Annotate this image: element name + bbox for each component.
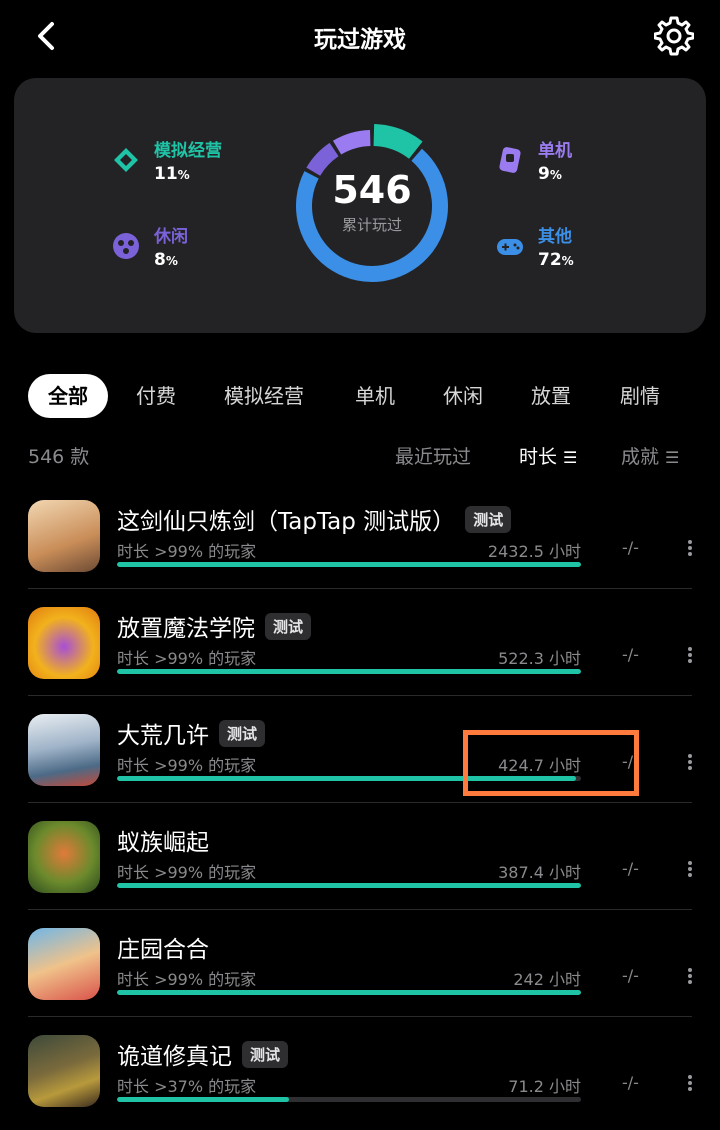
tab-all[interactable]: 全部: [28, 374, 108, 418]
rank-text: 时长 >37% 的玩家: [117, 1077, 257, 1096]
stats-card: 模拟经营 11% 休闲 8% 单机 9% 其他 72% 546 累计玩过: [14, 78, 706, 333]
tab-idle[interactable]: 放置: [531, 374, 571, 418]
test-badge: 测试: [242, 1040, 289, 1068]
donut-slice-0: [373, 124, 423, 160]
test-badge: 测试: [219, 719, 266, 747]
stat-casual: 休闲 8%: [110, 226, 188, 273]
list-item[interactable]: 蚁族崛起 时长 >99% 的玩家 387.4 小时 -/-: [0, 803, 720, 910]
achievement-value: -/-: [622, 966, 639, 985]
progress-bar: [117, 883, 581, 888]
stat-label: 模拟经营: [154, 141, 222, 161]
game-title: 大荒几许 测试: [117, 716, 266, 750]
top-bar: 玩过游戏: [0, 0, 720, 76]
stat-label: 休闲: [154, 227, 188, 247]
sort-bar: 546 款 最近玩过 时长 ☰ 成就 ☰: [0, 436, 720, 476]
stat-percent: 9%: [538, 164, 562, 184]
sort-icon: ☰: [563, 448, 578, 467]
more-icon[interactable]: [682, 859, 698, 879]
more-icon[interactable]: [682, 966, 698, 986]
sim-icon: [110, 144, 142, 176]
game-title: 蚁族崛起: [117, 830, 209, 856]
test-badge: 测试: [465, 505, 512, 533]
donut-slice-2: [332, 130, 371, 155]
game-icon: [28, 714, 100, 786]
play-hours: 387.4 小时: [498, 863, 581, 882]
game-title: 这剑仙只炼剑（TapTap 测试版） 测试: [117, 502, 512, 536]
total-played: 546: [332, 168, 412, 212]
gear-icon[interactable]: [653, 16, 695, 56]
sort-achievement[interactable]: 成就 ☰: [621, 442, 679, 469]
test-badge: 测试: [265, 612, 312, 640]
progress-bar: [117, 990, 581, 995]
rank-text: 时长 >99% 的玩家: [117, 756, 257, 775]
play-hours: 71.2 小时: [508, 1077, 581, 1096]
stat-percent: 8%: [154, 250, 178, 270]
list-item[interactable]: 庄园合合 时长 >99% 的玩家 242 小时 -/-: [0, 910, 720, 1017]
game-icon: [28, 928, 100, 1000]
sort-icon: ☰: [665, 448, 680, 467]
page-title: 玩过游戏: [314, 27, 406, 53]
game-icon: [28, 1035, 100, 1107]
tab-casual[interactable]: 休闲: [443, 374, 483, 418]
game-icon: [28, 500, 100, 572]
play-hours: 522.3 小时: [498, 649, 581, 668]
list-item[interactable]: 诡道修真记 测试 时长 >37% 的玩家 71.2 小时 -/-: [0, 1017, 720, 1124]
stat-sim: 模拟经营 11%: [110, 140, 222, 187]
game-title: 庄园合合: [117, 937, 209, 963]
tab-sim[interactable]: 模拟经营: [224, 374, 304, 418]
achievement-value: -/-: [622, 538, 639, 557]
achievement-value: -/-: [622, 859, 639, 878]
game-icon: [28, 821, 100, 893]
tab-story[interactable]: 剧情: [620, 374, 660, 418]
game-count: 546 款: [28, 446, 90, 468]
achievement-value: -/-: [622, 1073, 639, 1092]
play-hours: 2432.5 小时: [487, 542, 581, 561]
more-icon[interactable]: [682, 538, 698, 558]
sort-achievement-label: 成就: [621, 446, 660, 468]
sort-recent[interactable]: 最近玩过: [395, 442, 471, 469]
rank-text: 时长 >99% 的玩家: [117, 542, 257, 561]
play-hours: 242 小时: [513, 970, 581, 989]
total-played-label: 累计玩过: [341, 216, 402, 234]
more-icon[interactable]: [682, 1073, 698, 1093]
progress-bar: [117, 562, 581, 567]
category-tabs: 全部 付费 模拟经营 单机 休闲 放置 剧情: [0, 370, 720, 422]
tab-single[interactable]: 单机: [355, 374, 395, 418]
stat-percent: 11%: [154, 164, 190, 184]
casual-icon: [110, 230, 142, 262]
game-title: 诡道修真记 测试: [117, 1037, 289, 1071]
rank-text: 时长 >99% 的玩家: [117, 970, 257, 989]
rank-text: 时长 >99% 的玩家: [117, 649, 257, 668]
list-item[interactable]: 这剑仙只炼剑（TapTap 测试版） 测试 时长 >99% 的玩家 2432.5 …: [0, 482, 720, 589]
stat-other: 其他 72%: [494, 226, 574, 273]
list-item[interactable]: 放置魔法学院 测试 时长 >99% 的玩家 522.3 小时 -/-: [0, 589, 720, 696]
highlight-box: [463, 730, 639, 796]
progress-bar: [117, 669, 581, 674]
other-icon: [494, 230, 526, 262]
stat-percent: 72%: [538, 250, 574, 270]
sort-duration-label: 时长: [519, 446, 558, 468]
stat-single: 单机 9%: [494, 140, 572, 187]
game-title: 放置魔法学院 测试: [117, 609, 312, 643]
tab-paid[interactable]: 付费: [136, 374, 176, 418]
game-icon: [28, 607, 100, 679]
rank-text: 时长 >99% 的玩家: [117, 863, 257, 882]
single-icon: [494, 144, 526, 176]
more-icon[interactable]: [682, 645, 698, 665]
stat-label: 单机: [538, 141, 572, 161]
achievement-value: -/-: [622, 645, 639, 664]
more-icon[interactable]: [682, 752, 698, 772]
sort-duration[interactable]: 时长 ☰: [519, 442, 577, 469]
stat-label: 其他: [538, 227, 572, 247]
progress-bar: [117, 1097, 581, 1102]
